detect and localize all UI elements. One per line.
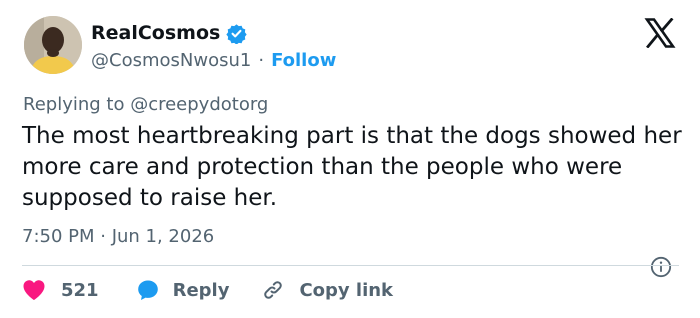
avatar-image	[24, 16, 82, 74]
separator-dot: ·	[258, 49, 265, 71]
copy-link-button[interactable]: Copy link	[261, 278, 393, 302]
tweet-text: The most heartbreaking part is that the …	[22, 123, 682, 211]
author-name-row: RealCosmos	[91, 20, 247, 46]
tweet-meta: 7:50 PM · Jun 1, 2026	[22, 226, 214, 247]
link-icon	[264, 281, 283, 299]
verified-badge-icon	[226, 23, 247, 44]
reply-button[interactable]: Reply	[136, 278, 230, 302]
like-count: 521	[61, 279, 99, 301]
author-name[interactable]: RealCosmos	[91, 22, 220, 44]
x-logo-icon[interactable]	[644, 18, 676, 48]
author-handle-row: @CosmosNwosu1 · Follow	[91, 48, 336, 72]
follow-button[interactable]: Follow	[271, 50, 336, 71]
replying-to-text[interactable]: Replying to @creepydotorg	[23, 94, 268, 115]
author-handle[interactable]: @CosmosNwosu1	[91, 50, 251, 71]
avatar[interactable]	[24, 16, 82, 74]
tweet-timestamp[interactable]: 7:50 PM · Jun 1, 2026	[22, 226, 214, 247]
copy-link-label: Copy link	[299, 279, 394, 301]
action-bar: 521 Reply Copy link	[22, 277, 393, 303]
info-icon[interactable]	[650, 256, 672, 278]
reply-label: Reply	[172, 279, 230, 301]
reply-bubble-icon	[137, 280, 158, 300]
divider	[22, 265, 679, 266]
heart-icon	[23, 280, 45, 300]
like-button[interactable]: 521	[22, 279, 99, 301]
